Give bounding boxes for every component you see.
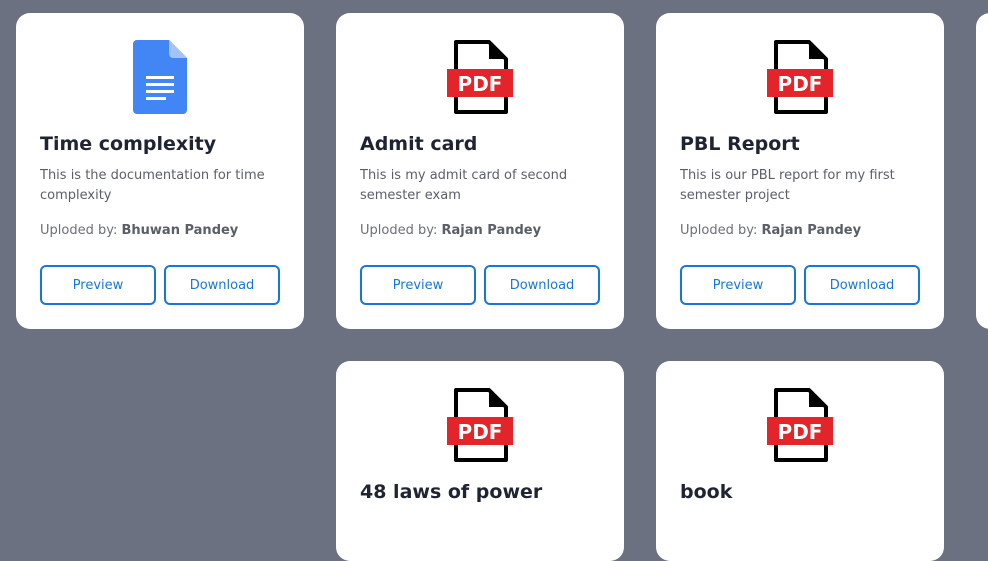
- pdf-icon: PDF: [767, 388, 833, 462]
- uploader-info: Uploded by: Rajan Pandey: [680, 223, 861, 238]
- file-title: PBL Report: [680, 133, 800, 155]
- file-card: PDF 48 laws of power: [336, 361, 624, 561]
- svg-text:PDF: PDF: [778, 420, 823, 444]
- file-title: Time complexity: [40, 133, 217, 155]
- preview-button[interactable]: Preview: [40, 265, 156, 305]
- uploader-name: Rajan Pandey: [761, 223, 862, 238]
- uploader-prefix: Uploded by:: [680, 223, 758, 238]
- uploader-prefix: Uploded by:: [40, 223, 118, 238]
- file-description: This is my admit card of second semester…: [360, 168, 568, 203]
- svg-text:PDF: PDF: [458, 420, 503, 444]
- svg-text:PDF: PDF: [778, 72, 823, 96]
- file-description: This is our PBL report for my first seme…: [680, 168, 895, 203]
- file-title: 48 laws of power: [360, 481, 543, 503]
- file-card: PDF Admit card This is my admit card of …: [336, 13, 624, 329]
- preview-button[interactable]: Preview: [360, 265, 476, 305]
- google-docs-icon: [133, 40, 187, 114]
- uploader-info: Uploded by: Bhuwan Pandey: [40, 223, 238, 238]
- svg-text:PDF: PDF: [458, 72, 503, 96]
- file-title: book: [680, 481, 733, 503]
- pdf-icon: PDF: [447, 388, 513, 462]
- uploader-info: Uploded by: Rajan Pandey: [360, 223, 541, 238]
- file-card: PDF PBL Report This is our PBL report fo…: [656, 13, 944, 329]
- file-card-partial: [976, 13, 988, 329]
- uploader-name: Bhuwan Pandey: [121, 223, 239, 238]
- file-card: PDF book: [656, 361, 944, 561]
- download-button[interactable]: Download: [484, 265, 600, 305]
- uploader-name: Rajan Pandey: [441, 223, 542, 238]
- uploader-prefix: Uploded by:: [360, 223, 438, 238]
- download-button[interactable]: Download: [164, 265, 280, 305]
- pdf-icon: PDF: [767, 40, 833, 114]
- file-card: Time complexity This is the documentatio…: [16, 13, 304, 329]
- pdf-icon: PDF: [447, 40, 513, 114]
- file-title: Admit card: [360, 133, 478, 155]
- file-description: This is the documentation for time compl…: [40, 168, 265, 203]
- preview-button[interactable]: Preview: [680, 265, 796, 305]
- download-button[interactable]: Download: [804, 265, 920, 305]
